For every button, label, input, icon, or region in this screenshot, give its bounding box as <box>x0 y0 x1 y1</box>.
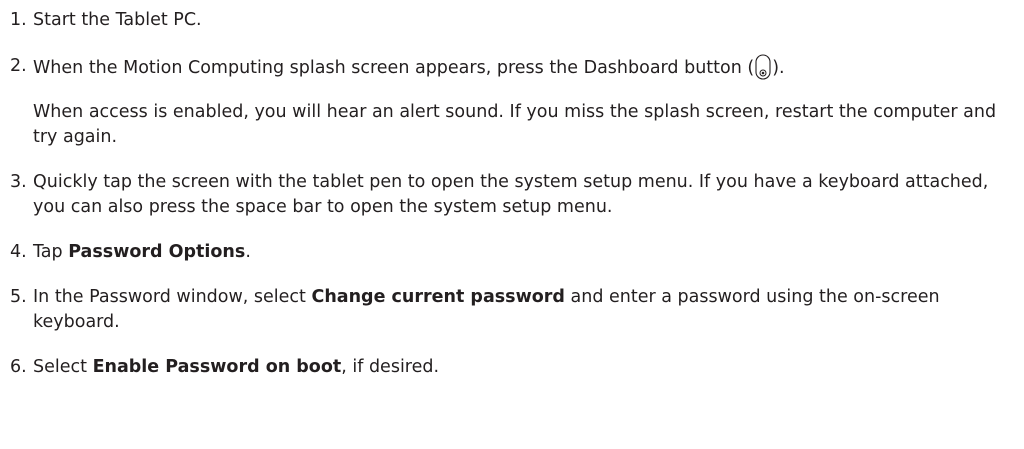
step-text: In the Password window, select <box>33 287 312 307</box>
step-note: When access is enabled, you will hear an… <box>33 102 997 147</box>
step-text: Tap <box>33 242 69 262</box>
step-3: 3. Quickly tap the screen with the table… <box>10 170 1015 220</box>
step-6: 6. Select Enable Password on boot, if de… <box>10 355 1015 380</box>
step-text-end: . <box>245 242 251 262</box>
step-number: 5. <box>10 287 27 307</box>
step-4: 4. Tap Password Options. <box>10 240 1015 265</box>
ui-term: Change current password <box>311 287 565 307</box>
step-number: 4. <box>10 242 27 262</box>
step-text-end: , if desired. <box>341 357 440 377</box>
step-number: 3. <box>10 172 27 192</box>
step-text: Select <box>33 357 93 377</box>
step-5: 5. In the Password window, select Change… <box>10 285 1015 335</box>
ui-term: Enable Password on boot <box>92 357 342 377</box>
step-number: 1. <box>10 10 27 30</box>
step-text: Start the Tablet PC. <box>33 10 202 30</box>
step-text: When the Motion Computing splash screen … <box>33 58 755 78</box>
ui-term: Password Options <box>68 242 246 262</box>
step-text: Quickly tap the screen with the tablet p… <box>33 172 989 217</box>
dashboard-button-icon <box>755 54 771 88</box>
step-1: 1. Start the Tablet PC. <box>10 8 1015 33</box>
step-number: 2. <box>10 56 27 76</box>
step-number: 6. <box>10 357 27 377</box>
instruction-list: 1. Start the Tablet PC. 2. When the Moti… <box>10 8 1015 380</box>
step-text-end: ). <box>772 58 785 78</box>
step-2: 2. When the Motion Computing splash scre… <box>10 54 1015 150</box>
